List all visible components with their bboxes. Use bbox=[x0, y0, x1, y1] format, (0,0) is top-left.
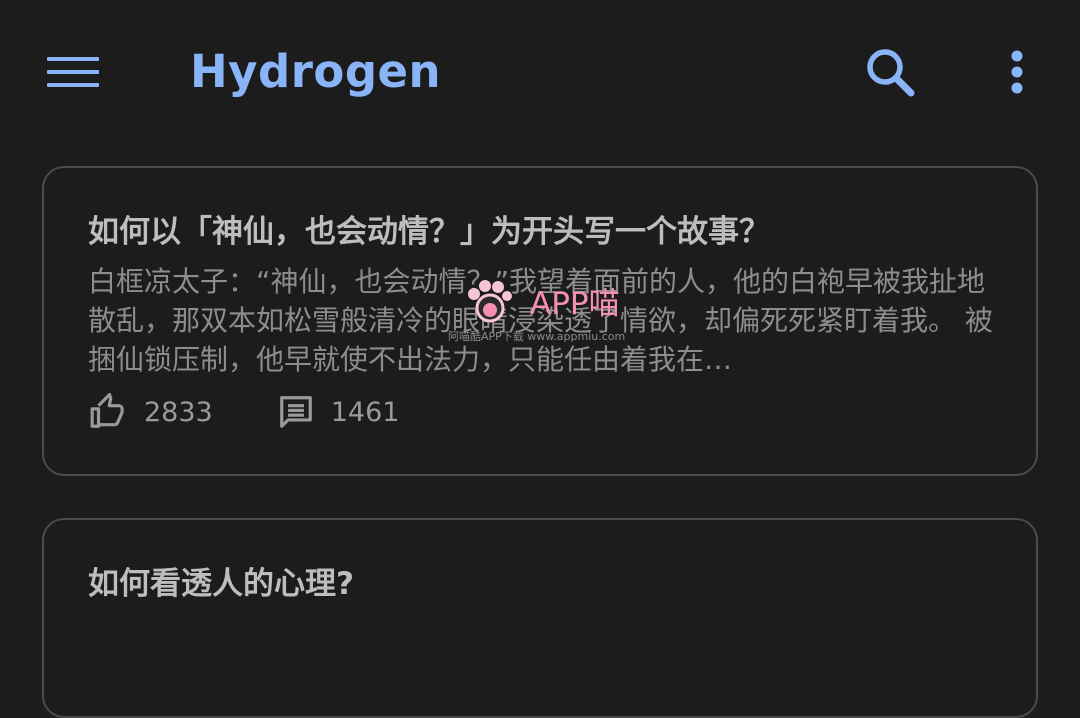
menu-button[interactable] bbox=[36, 42, 110, 102]
feed-card[interactable]: 如何以「神仙，也会动情？」为开头写一个故事？ 白框凉太子：“神仙，也会动情？”我… bbox=[42, 166, 1038, 476]
search-icon bbox=[867, 49, 915, 97]
feed-card[interactable]: 如何看透人的心理? bbox=[42, 518, 1038, 718]
search-button[interactable] bbox=[856, 38, 924, 106]
question-title[interactable]: 如何看透人的心理? bbox=[88, 562, 988, 606]
comments-stat[interactable]: 1461 bbox=[277, 393, 400, 431]
more-options-button[interactable] bbox=[990, 38, 1044, 106]
hamburger-menu-icon bbox=[47, 57, 99, 87]
thumb-up-icon bbox=[90, 393, 124, 428]
comment-icon bbox=[279, 396, 312, 428]
likes-stat[interactable]: 2833 bbox=[88, 393, 213, 431]
likes-count: 2833 bbox=[144, 396, 213, 428]
question-title[interactable]: 如何以「神仙，也会动情？」为开头写一个故事？ bbox=[88, 210, 988, 254]
answer-excerpt: 白框凉太子：“神仙，也会动情？”我望着面前的人，他的白袍早被我扯地散乱，那双本如… bbox=[88, 265, 993, 376]
more-vert-icon bbox=[1011, 50, 1023, 94]
app-title: Hydrogen bbox=[190, 45, 442, 98]
card-stats: 2833 1461 bbox=[88, 390, 399, 434]
top-app-bar: Hydrogen bbox=[0, 0, 1080, 144]
comments-count: 1461 bbox=[330, 396, 400, 428]
